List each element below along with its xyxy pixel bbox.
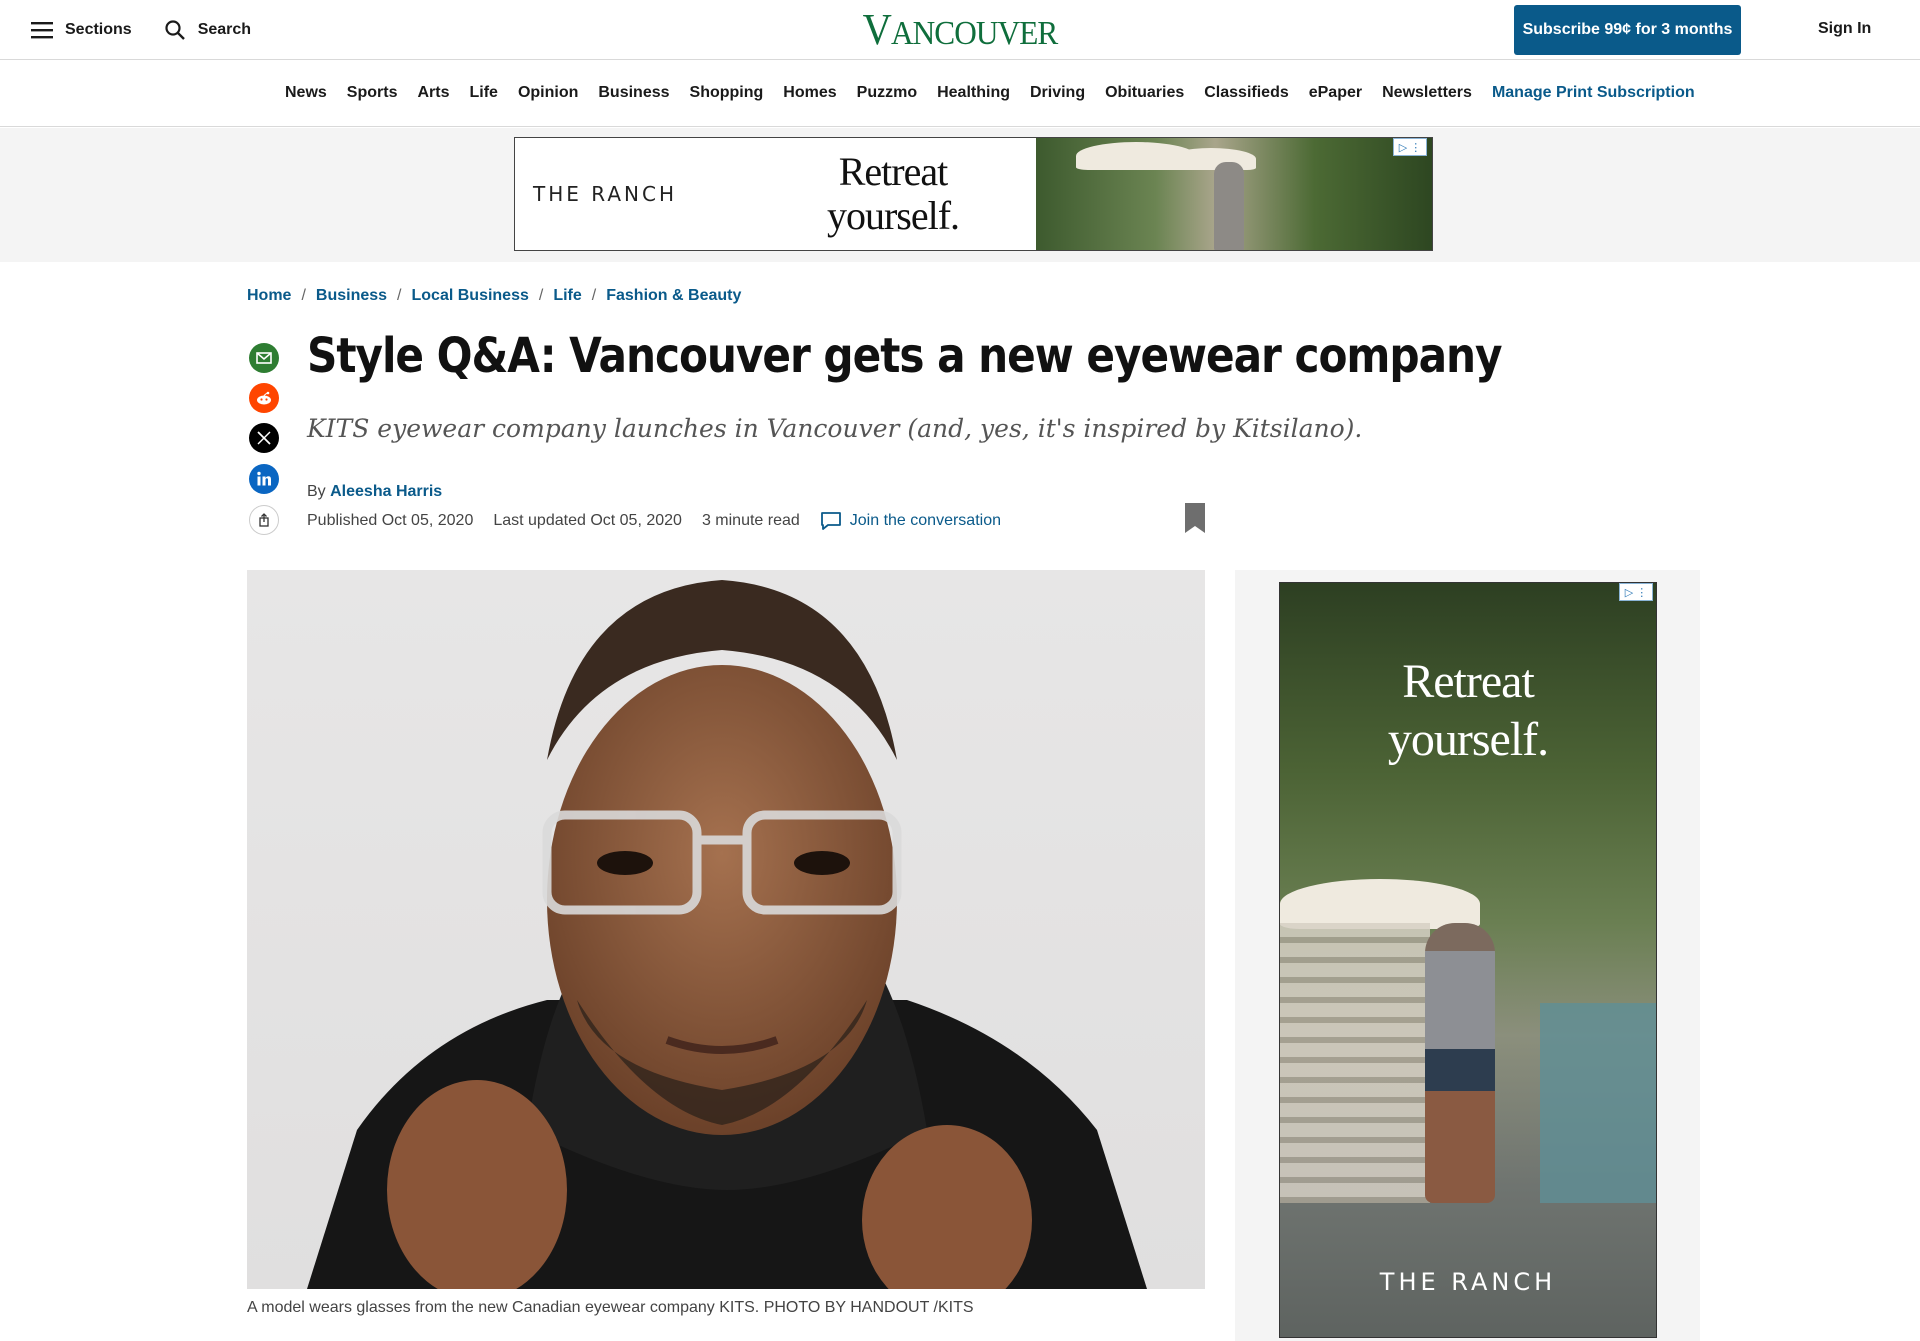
ad-choices-icon[interactable]: ▷ ⋮ — [1619, 583, 1653, 601]
article-meta: Published Oct 05, 2020 Last updated Oct … — [307, 511, 1001, 531]
nav-item-newsletters[interactable]: Newsletters — [1382, 84, 1472, 102]
breadcrumb-life[interactable]: Life — [553, 287, 581, 305]
nav-item-arts[interactable]: Arts — [417, 84, 449, 102]
nav-item-manage-print-subscription[interactable]: Manage Print Subscription — [1492, 84, 1695, 102]
ad-person-figure — [1425, 923, 1495, 1203]
site-logo[interactable]: VANCOUVER SUN — [855, 5, 1065, 106]
nav-item-opinion[interactable]: Opinion — [518, 84, 578, 102]
nav-item-obituaries[interactable]: Obituaries — [1105, 84, 1184, 102]
breadcrumb-local-business[interactable]: Local Business — [412, 287, 529, 305]
sidebar-ad-tagline: Retreat yourself. — [1280, 653, 1656, 769]
article-dek: KITS eyewear company launches in Vancouv… — [307, 414, 1363, 443]
umbrella-shape — [1280, 879, 1480, 929]
nav-item-business[interactable]: Business — [598, 84, 669, 102]
nav-item-sports[interactable]: Sports — [347, 84, 398, 102]
breadcrumb-separator: / — [591, 287, 597, 304]
ad-tagline-line1: Retreat — [838, 149, 949, 194]
comment-icon — [820, 512, 841, 530]
breadcrumb-fashion-beauty[interactable]: Fashion & Beauty — [606, 287, 741, 305]
read-time: 3 minute read — [701, 512, 800, 529]
join-conversation-label: Join the conversation — [849, 512, 1001, 529]
logo-text-ancouver: ANCOUVER — [890, 15, 1058, 52]
subscribe-button[interactable]: Subscribe 99¢ for 3 months — [1514, 5, 1741, 55]
sidebar-ad-tagline-line2: yourself. — [1387, 713, 1549, 766]
ad-brand: THE RANCH — [533, 182, 677, 206]
ad-loungers — [1280, 923, 1430, 1203]
linkedin-share-button[interactable] — [249, 464, 279, 494]
byline: By Aleesha Harris — [307, 483, 442, 501]
ad-tagline-line2: yourself. — [826, 193, 960, 238]
byline-prefix: By — [307, 483, 326, 500]
nav-item-news[interactable]: News — [285, 84, 327, 102]
updated-date: Last updated Oct 05, 2020 — [493, 512, 682, 529]
nav-item-epaper[interactable]: ePaper — [1309, 84, 1362, 102]
hero-portrait-illustration — [307, 580, 1147, 1289]
email-icon — [256, 352, 272, 364]
hamburger-menu-icon — [31, 22, 53, 39]
hero-image — [247, 570, 1205, 1289]
sections-label: Sections — [65, 21, 132, 38]
image-caption: A model wears glasses from the new Canad… — [247, 1299, 974, 1316]
breadcrumb-separator: / — [301, 287, 306, 304]
bookmark-icon[interactable] — [1184, 502, 1206, 534]
nav-item-puzzmo[interactable]: Puzzmo — [857, 84, 917, 102]
published-date: Published Oct 05, 2020 — [307, 512, 474, 529]
linkedin-icon — [257, 471, 271, 486]
sections-button[interactable]: Sections — [31, 21, 132, 39]
top-bar-left: Sections Search — [31, 0, 251, 60]
nav-item-life[interactable]: Life — [469, 84, 497, 102]
search-icon — [165, 20, 185, 40]
author-link[interactable]: Aleesha Harris — [330, 483, 442, 500]
ad-tagline: Retreat yourself. — [793, 150, 993, 238]
sidebar-ad[interactable]: Retreat yourself. THE RANCH ▷ ⋮ — [1279, 582, 1657, 1338]
logo-letter-v: V — [862, 5, 892, 54]
breadcrumb: Home / Business / Local Business / Life / Fashio… — [247, 287, 741, 305]
nav-item-driving[interactable]: Driving — [1030, 84, 1085, 102]
ad-photo — [1036, 138, 1432, 250]
section-nav-list: News Sports Arts Life Opinion Business Shoppin… — [285, 60, 1695, 126]
search-label: Search — [197, 21, 252, 38]
sidebar-ad-tagline-line1: Retreat — [1402, 655, 1535, 708]
share-icon — [259, 513, 269, 527]
breadcrumb-home[interactable]: Home — [247, 287, 291, 305]
breadcrumb-business[interactable]: Business — [316, 287, 387, 305]
nav-item-classifieds[interactable]: Classifieds — [1204, 84, 1288, 102]
reddit-icon — [257, 391, 271, 405]
umbrella-shape — [1166, 148, 1256, 170]
sidebar-ad-brand: THE RANCH — [1379, 1268, 1557, 1296]
breadcrumb-separator: / — [397, 287, 402, 304]
top-bar: Sections Search VANCOUVER SUN Subscribe … — [0, 0, 1920, 106]
nav-item-healthing[interactable]: Healthing — [937, 84, 1010, 102]
share-button[interactable] — [249, 505, 279, 535]
ad-person-figure — [1214, 162, 1244, 250]
ad-choices-icon[interactable]: ▷ ⋮ — [1393, 138, 1427, 156]
email-share-button[interactable] — [249, 343, 279, 373]
x-share-button[interactable] — [249, 423, 279, 453]
banner-ad[interactable]: THE RANCH Retreat yourself. ▷ ⋮ — [514, 137, 1433, 251]
nav-item-homes[interactable]: Homes — [783, 84, 836, 102]
reddit-share-button[interactable] — [249, 383, 279, 413]
sign-in-link[interactable]: Sign In — [1818, 20, 1871, 38]
section-nav: News Sports Arts Life Opinion Business Shoppin… — [0, 60, 1920, 127]
search-button[interactable]: Search — [164, 19, 251, 41]
article-headline: Style Q&A: Vancouver gets a new eyewear … — [307, 328, 1503, 384]
join-conversation-link[interactable]: Join the conversation — [820, 511, 1001, 531]
breadcrumb-separator: / — [538, 287, 544, 304]
x-icon — [257, 431, 271, 445]
ad-pool — [1540, 1003, 1656, 1203]
nav-item-shopping[interactable]: Shopping — [690, 84, 764, 102]
